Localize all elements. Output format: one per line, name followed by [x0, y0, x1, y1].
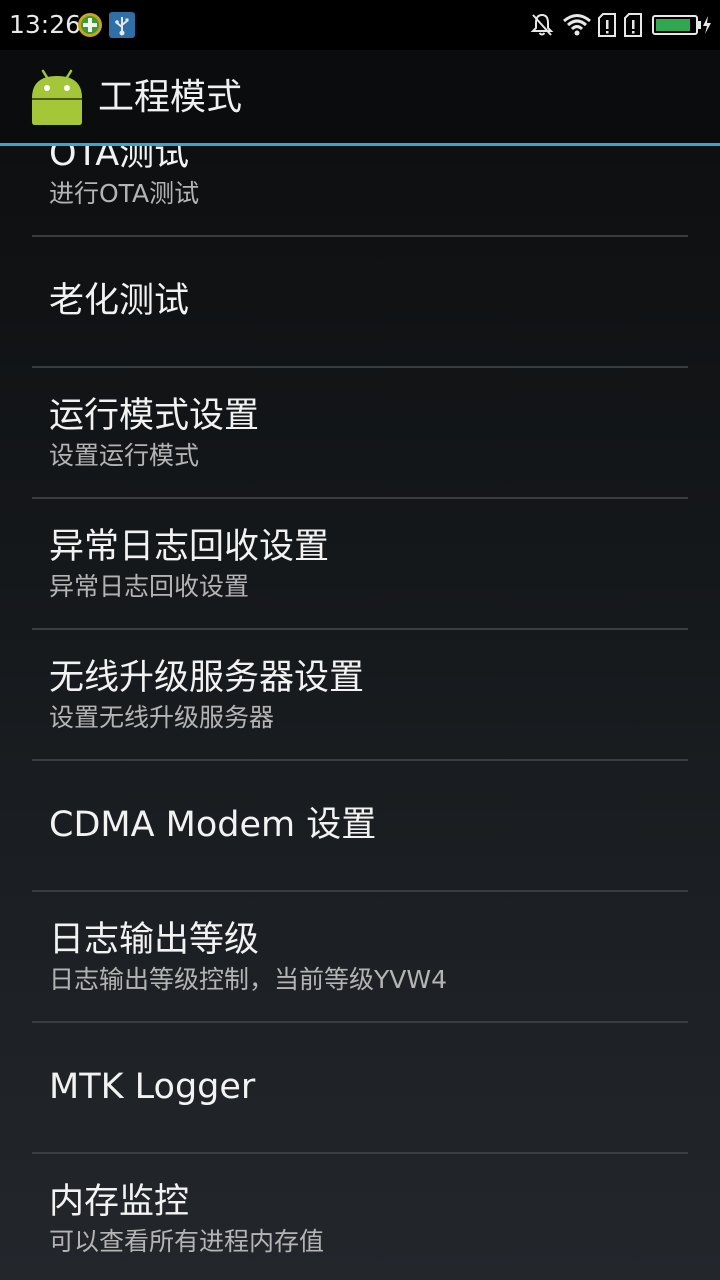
battery-charging-icon: [652, 15, 711, 35]
list-item-title: MTK Logger: [49, 1067, 256, 1107]
list-item-summary: 可以查看所有进程内存值: [49, 1227, 325, 1256]
bell-off-icon: [530, 13, 554, 36]
list-item-title: OTA测试: [49, 146, 190, 174]
list-item-summary: 进行OTA测试: [49, 179, 200, 208]
usb-debug-icon: [109, 12, 135, 38]
list-item-mtk-logger[interactable]: MTK Logger: [32, 1023, 688, 1154]
status-bar: 13:26: [0, 0, 720, 50]
list-item-run-mode-settings[interactable]: 运行模式设置 设置运行模式: [32, 368, 688, 499]
list-item-exception-log-settings[interactable]: 异常日志回收设置 异常日志回收设置: [32, 499, 688, 630]
screen: 13:26 工程模式 OTA测试 进行OTA测试 老化测试 运行模式设置 设置运…: [0, 0, 720, 1280]
list-item-ota-test[interactable]: OTA测试 进行OTA测试: [32, 146, 688, 237]
plus-notification-icon: [78, 13, 102, 37]
list-item-title: 异常日志回收设置: [49, 527, 330, 567]
list-item-summary: 异常日志回收设置: [49, 572, 250, 601]
battery-level-fill: [656, 19, 690, 31]
wifi-icon: [563, 14, 591, 36]
list-item-title: 内存监控: [49, 1182, 190, 1222]
status-time: 13:26: [9, 10, 82, 39]
action-bar-divider: [0, 143, 720, 146]
list-item-cdma-modem-settings[interactable]: CDMA Modem 设置: [32, 761, 688, 892]
sim-no-signal-icon: [624, 13, 642, 37]
list-item-summary: 日志输出等级控制，当前等级YVW4: [49, 965, 447, 994]
list-item-summary: 设置无线升级服务器: [49, 703, 275, 732]
list-item-title: 老化测试: [49, 281, 190, 321]
list-item-ota-server-settings[interactable]: 无线升级服务器设置 设置无线升级服务器: [32, 630, 688, 761]
android-icon[interactable]: [30, 68, 84, 126]
list-item-title: 日志输出等级: [49, 920, 260, 960]
sim-no-signal-icon: [598, 13, 616, 37]
preference-list[interactable]: OTA测试 进行OTA测试 老化测试 运行模式设置 设置运行模式 异常日志回收设…: [0, 146, 720, 1280]
list-item-aging-test[interactable]: 老化测试: [32, 237, 688, 368]
list-item-memory-monitor[interactable]: 内存监控 可以查看所有进程内存值: [32, 1154, 688, 1280]
page-title: 工程模式: [98, 77, 243, 118]
list-item-title: CDMA Modem 设置: [49, 805, 377, 845]
list-item-title: 无线升级服务器设置: [49, 658, 365, 698]
list-item-summary: 设置运行模式: [49, 441, 200, 470]
list-item-log-output-level[interactable]: 日志输出等级 日志输出等级控制，当前等级YVW4: [32, 892, 688, 1023]
list-item-title: 运行模式设置: [49, 396, 260, 436]
preference-list-content: OTA测试 进行OTA测试 老化测试 运行模式设置 设置运行模式 异常日志回收设…: [0, 146, 720, 1280]
action-bar: 工程模式: [0, 50, 720, 143]
